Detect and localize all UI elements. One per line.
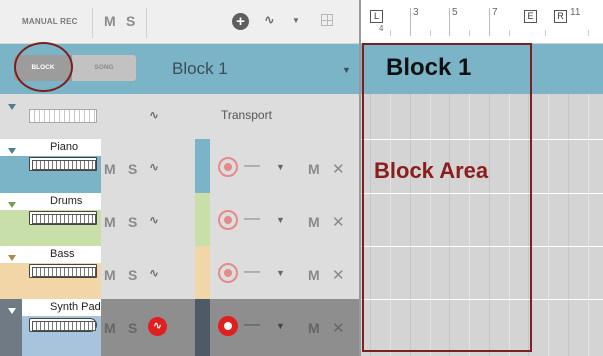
- track-solo-button[interactable]: S: [128, 267, 137, 283]
- track-monitor-button[interactable]: M: [308, 267, 320, 283]
- manual-rec-button[interactable]: MANUAL REC: [22, 17, 78, 26]
- track-color-bar: [195, 193, 210, 246]
- collapse-icon[interactable]: [8, 255, 16, 261]
- header-divider[interactable]: [359, 0, 361, 356]
- track-drums[interactable]: Drums M S ∿ — ▼ M ✕: [0, 193, 360, 246]
- waveform-icon[interactable]: ∿: [148, 317, 167, 336]
- right-locator-marker[interactable]: R: [554, 10, 567, 23]
- ruler-tick: [489, 8, 490, 36]
- bar-number-5: 5: [452, 7, 458, 18]
- global-mute-button[interactable]: M: [104, 13, 116, 29]
- ruler-tick: [430, 30, 431, 36]
- chevron-down-icon[interactable]: ▼: [276, 162, 285, 172]
- collapse-icon[interactable]: [8, 308, 16, 314]
- track-volume-dash: —: [244, 157, 260, 174]
- track-volume-dash: —: [244, 263, 260, 280]
- bar-number-11: 11: [570, 7, 581, 18]
- grid-line: [568, 94, 569, 356]
- toolbar-divider: [92, 8, 93, 38]
- track-delete-button[interactable]: ✕: [332, 319, 345, 337]
- record-arm-button[interactable]: [218, 316, 238, 336]
- waveform-icon[interactable]: ∿: [149, 160, 159, 174]
- collapse-icon[interactable]: [8, 104, 16, 110]
- ruler-tick: [588, 30, 589, 36]
- end-marker[interactable]: E: [524, 10, 537, 23]
- synth-icon[interactable]: [29, 318, 97, 332]
- track-solo-button[interactable]: S: [128, 320, 137, 336]
- track-mute-button[interactable]: M: [104, 161, 116, 177]
- track-bass[interactable]: Bass M S ∿ — ▼ M ✕: [0, 246, 360, 299]
- keyboard-icon[interactable]: [29, 264, 97, 278]
- track-delete-button[interactable]: ✕: [332, 213, 345, 231]
- track-monitor-button[interactable]: M: [308, 214, 320, 230]
- chevron-down-icon[interactable]: ▼: [292, 16, 300, 25]
- track-monitor-button[interactable]: M: [308, 320, 320, 336]
- bar-number-7: 7: [492, 7, 498, 18]
- block-selector[interactable]: Block 1 ▼: [148, 44, 360, 94]
- ruler-tick: [410, 8, 411, 36]
- chevron-down-icon[interactable]: ▼: [276, 215, 285, 225]
- track-delete-button[interactable]: ✕: [332, 266, 345, 284]
- track-name[interactable]: Piano: [50, 141, 78, 153]
- keyboard-icon[interactable]: [29, 211, 97, 225]
- track-synth-pad[interactable]: Synth Pad M S ∿ — ▼ M ✕: [0, 299, 360, 356]
- toolbar-divider: [146, 8, 147, 38]
- track-delete-button[interactable]: ✕: [332, 160, 345, 178]
- keyboard-icon[interactable]: [29, 157, 97, 171]
- track-solo-button[interactable]: S: [128, 214, 137, 230]
- song-mode-button[interactable]: SONG: [72, 55, 136, 81]
- ruler-tick: [449, 8, 450, 36]
- track-mute-button[interactable]: M: [104, 214, 116, 230]
- chevron-down-icon[interactable]: ▼: [276, 321, 285, 331]
- transport-meter: [29, 109, 97, 123]
- grid-line: [588, 94, 589, 356]
- track-volume-dash: —: [244, 210, 260, 227]
- block-area-annotation: Block Area: [374, 158, 489, 183]
- ruler-tick: [469, 30, 470, 36]
- waveform-icon[interactable]: ∿: [264, 12, 275, 28]
- ruler-tick: [509, 30, 510, 36]
- chevron-down-icon[interactable]: ▼: [276, 268, 285, 278]
- collapse-icon[interactable]: [8, 148, 16, 154]
- record-arm-button[interactable]: [218, 157, 238, 177]
- track-mute-button[interactable]: M: [104, 267, 116, 283]
- track-color-bar: [195, 299, 210, 356]
- global-solo-button[interactable]: S: [126, 13, 135, 29]
- waveform-icon[interactable]: ∿: [149, 108, 159, 122]
- track-monitor-button[interactable]: M: [308, 161, 320, 177]
- left-locator-marker[interactable]: L: [370, 10, 383, 23]
- record-arm-button[interactable]: [218, 263, 238, 283]
- plus-circle-icon[interactable]: +: [232, 13, 249, 30]
- waveform-icon[interactable]: ∿: [149, 213, 159, 227]
- track-mute-button[interactable]: M: [104, 320, 116, 336]
- bar-number-3: 3: [413, 7, 419, 18]
- collapse-icon[interactable]: [8, 202, 16, 208]
- grid-line: [548, 94, 549, 356]
- track-color-bar: [195, 139, 210, 193]
- annotation-box: [362, 43, 532, 352]
- grid-icon[interactable]: [321, 14, 333, 26]
- transport-track: ∿ Transport: [0, 94, 360, 139]
- ruler-sub-label: 4: [379, 24, 384, 33]
- track-name[interactable]: Bass: [50, 248, 74, 260]
- track-volume-dash: —: [244, 316, 260, 333]
- track-name[interactable]: Synth Pad: [50, 301, 101, 313]
- annotation-circle: [14, 42, 73, 92]
- track-solo-button[interactable]: S: [128, 161, 137, 177]
- timeline-ruler[interactable]: L 4 3 5 7 E R 11: [360, 0, 603, 44]
- toolbar: MANUAL REC M S + ∿ ▼: [0, 0, 360, 44]
- chevron-down-icon[interactable]: ▼: [342, 65, 351, 75]
- track-name[interactable]: Drums: [50, 195, 82, 207]
- waveform-icon[interactable]: ∿: [149, 266, 159, 280]
- block-selector-value: Block 1: [172, 59, 228, 78]
- track-color-bar: [195, 246, 210, 299]
- track-piano[interactable]: Piano M S ∿ — ▼ M ✕: [0, 139, 360, 193]
- record-arm-button[interactable]: [218, 210, 238, 230]
- transport-label: Transport: [221, 108, 272, 122]
- ruler-tick: [390, 30, 391, 36]
- ruler-tick: [545, 30, 546, 36]
